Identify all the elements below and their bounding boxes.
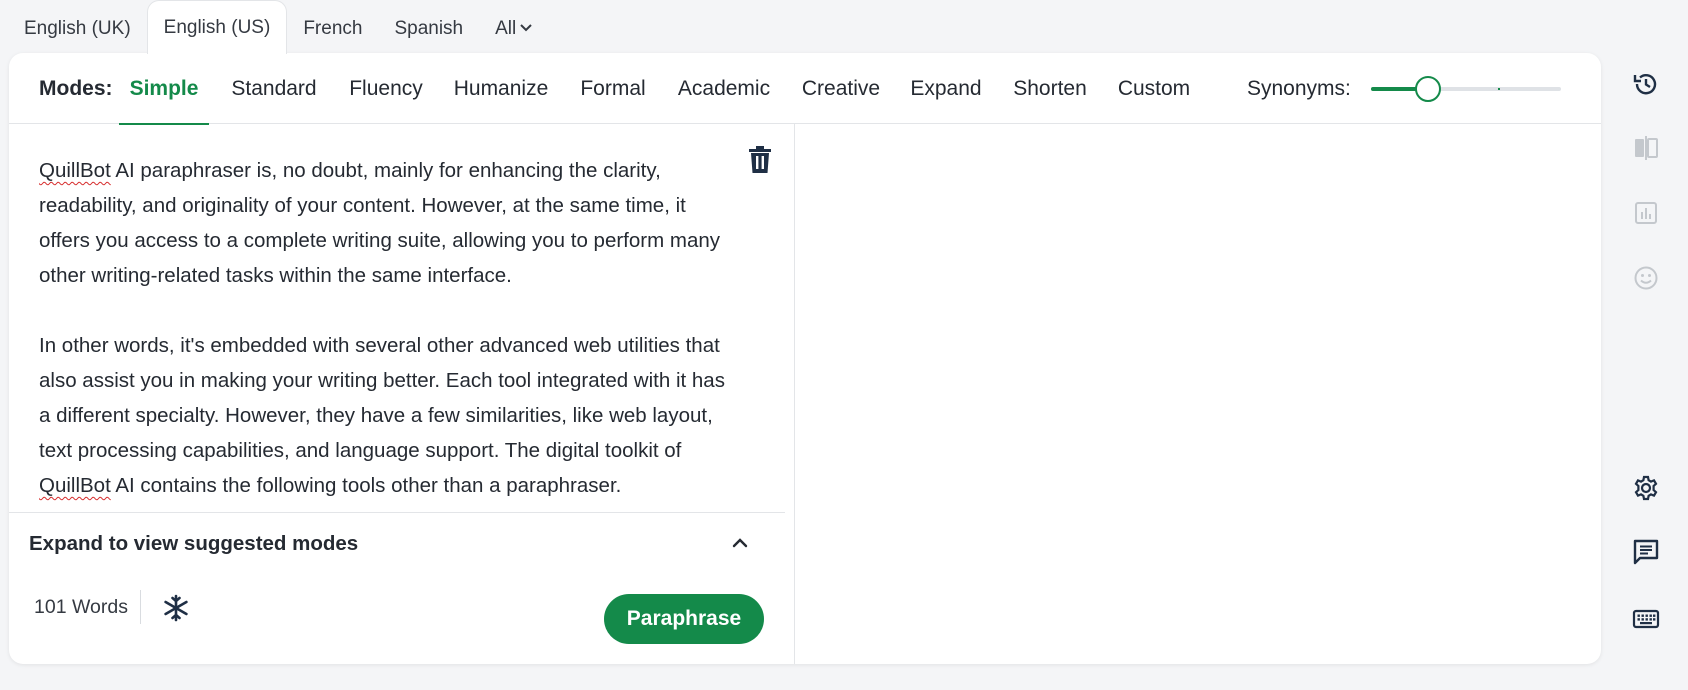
word-count: 101 Words xyxy=(34,596,128,618)
history-icon[interactable] xyxy=(1632,70,1660,98)
tone-icon[interactable] xyxy=(1632,264,1660,292)
tab-all-languages[interactable]: All xyxy=(479,4,548,54)
stats-icon[interactable] xyxy=(1632,199,1660,227)
synonyms-label: Synonyms: xyxy=(1247,77,1351,100)
panel-divider xyxy=(794,124,795,664)
misspelled-word[interactable]: QuillBot xyxy=(39,159,111,182)
feedback-icon[interactable] xyxy=(1632,538,1660,566)
mode-academic[interactable]: Academic xyxy=(675,53,773,124)
chevron-up-icon[interactable] xyxy=(729,532,751,554)
mode-expand[interactable]: Expand xyxy=(909,53,983,124)
mode-shorten[interactable]: Shorten xyxy=(1009,53,1091,124)
modes-bar: Modes: Simple Standard Fluency Humanize … xyxy=(9,53,1601,125)
input-text-editor[interactable]: QuillBot AI paraphraser is, no doubt, ma… xyxy=(39,153,739,538)
mode-simple[interactable]: Simple xyxy=(119,53,209,125)
chevron-down-icon xyxy=(520,24,532,32)
mode-standard[interactable]: Standard xyxy=(228,53,320,124)
trash-icon[interactable] xyxy=(748,146,772,174)
slider-tick xyxy=(1498,88,1500,90)
tab-all-label: All xyxy=(495,18,517,39)
paraphrase-button[interactable]: Paraphrase xyxy=(604,594,764,644)
slider-thumb[interactable] xyxy=(1415,76,1441,102)
tab-french[interactable]: French xyxy=(287,4,378,54)
misspelled-word[interactable]: QuillBot xyxy=(39,474,111,497)
suggested-modes-bar[interactable]: Expand to view suggested modes xyxy=(9,512,785,574)
keyboard-icon[interactable] xyxy=(1632,605,1660,633)
synonyms-slider[interactable] xyxy=(1371,76,1571,102)
mode-custom[interactable]: Custom xyxy=(1116,53,1192,124)
settings-icon[interactable] xyxy=(1632,474,1660,502)
suggested-modes-label: Expand to view suggested modes xyxy=(29,532,359,555)
language-tabs: English (UK) English (US) French Spanish… xyxy=(8,0,548,54)
tab-english-us[interactable]: English (US) xyxy=(146,0,288,54)
mode-formal[interactable]: Formal xyxy=(577,53,649,124)
paragraph-text: In other words, it's embedded with sever… xyxy=(39,334,725,462)
footer-divider xyxy=(140,590,141,624)
tab-english-uk[interactable]: English (UK) xyxy=(8,4,147,54)
modes-label: Modes: xyxy=(39,77,113,100)
tab-spanish[interactable]: Spanish xyxy=(378,4,479,54)
compare-icon[interactable] xyxy=(1632,134,1660,162)
paragraph-text: AI paraphraser is, no doubt, mainly for … xyxy=(39,159,720,287)
editor-paragraph-2: In other words, it's embedded with sever… xyxy=(39,328,739,503)
paragraph-text: AI contains the following tools other th… xyxy=(110,474,622,497)
editor-paragraph-1: QuillBot AI paraphraser is, no doubt, ma… xyxy=(39,153,739,293)
mode-humanize[interactable]: Humanize xyxy=(451,53,551,124)
mode-fluency[interactable]: Fluency xyxy=(346,53,426,124)
freeze-words-icon[interactable] xyxy=(162,594,190,622)
paraphraser-card: Modes: Simple Standard Fluency Humanize … xyxy=(9,53,1601,664)
mode-creative[interactable]: Creative xyxy=(799,53,883,124)
